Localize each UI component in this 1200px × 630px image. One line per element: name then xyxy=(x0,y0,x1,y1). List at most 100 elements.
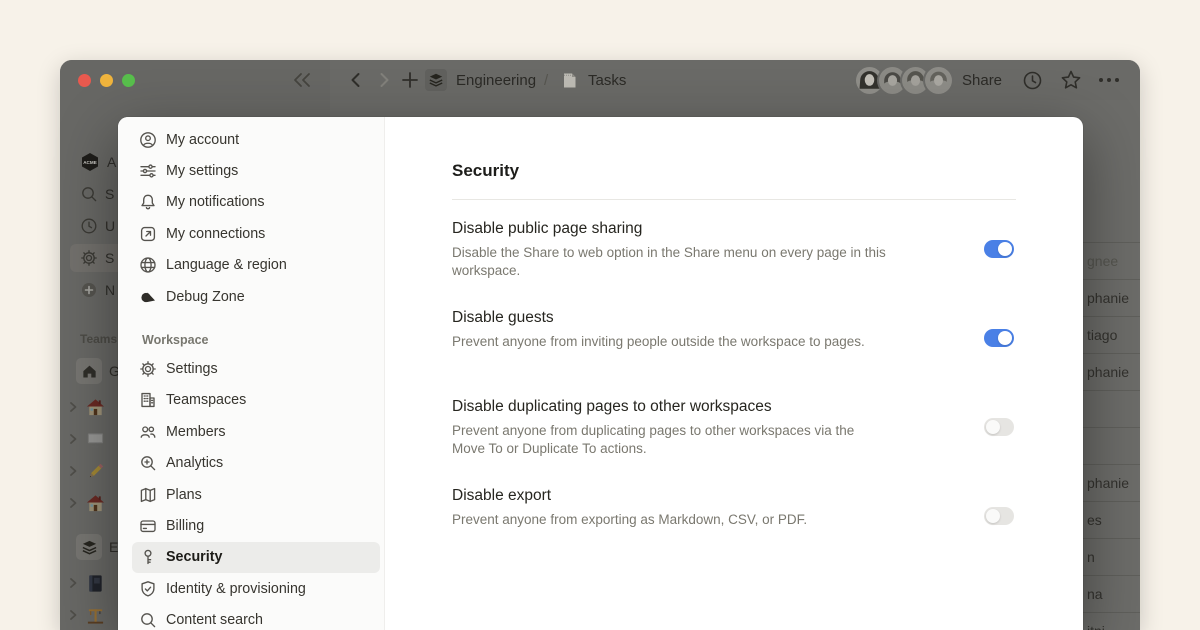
bell-icon xyxy=(139,193,157,211)
app-sidebar-item-label: S xyxy=(105,250,115,266)
settings-sidebar-item-label: Debug Zone xyxy=(166,288,245,305)
share-button[interactable]: Share xyxy=(962,60,1002,100)
setting-row: Disable export Prevent anyone from export… xyxy=(452,486,1016,546)
more-options-icon[interactable] xyxy=(1098,60,1120,100)
settings-sidebar-item-label: My connections xyxy=(166,225,266,242)
settings-sidebar-item-label: My account xyxy=(166,131,240,148)
sidebar-collapse-icon[interactable] xyxy=(292,60,312,100)
setting-toggle[interactable] xyxy=(984,329,1014,347)
page-title: Security xyxy=(452,161,520,180)
traffic-minimize-button[interactable] xyxy=(100,74,113,87)
app-sidebar-item-label: U xyxy=(105,218,116,234)
settings-sidebar-item-debug-zone[interactable]: Debug Zone xyxy=(118,281,384,312)
setting-title: Disable duplicating pages to other works… xyxy=(452,398,772,415)
settings-sidebar-item-label: Teamspaces xyxy=(166,392,247,409)
settings-sidebar-item-analytics[interactable]: Analytics xyxy=(118,448,384,479)
arrow-square-icon xyxy=(139,225,157,243)
settings-sidebar: My account My settings My notifications My … xyxy=(118,117,385,630)
chevron-right-icon xyxy=(67,609,79,621)
setting-title: Disable export xyxy=(452,487,552,504)
gear-icon xyxy=(139,360,157,378)
settings-sidebar-item-my-settings[interactable]: My settings xyxy=(118,155,384,186)
setting-description: Prevent anyone from inviting people outs… xyxy=(452,334,865,349)
settings-content: Security Disable public page sharing Disa… xyxy=(385,117,1083,630)
plus-circle-icon xyxy=(80,281,98,299)
teams-section-label: Teams xyxy=(80,332,118,346)
collaborator-avatar[interactable] xyxy=(925,67,952,94)
updates-clock-icon[interactable] xyxy=(1022,60,1043,100)
emoji-book-icon xyxy=(86,574,105,593)
settings-sidebar-item-label: Settings xyxy=(166,361,218,378)
settings-sidebar-item-my-account[interactable]: My account xyxy=(118,124,384,155)
svg-text:ACME: ACME xyxy=(83,160,97,165)
page-icon-box xyxy=(76,534,102,560)
team-item-label: E xyxy=(109,539,119,555)
key-icon xyxy=(139,548,157,566)
setting-toggle[interactable] xyxy=(984,240,1014,258)
app-sidebar-item-label: S xyxy=(105,186,115,202)
home-icon xyxy=(81,363,98,380)
settings-sidebar-item-security[interactable]: Security xyxy=(132,541,380,574)
breadcrumb-space-icon[interactable] xyxy=(425,69,447,91)
settings-sidebar-item-identity-provisioning[interactable]: Identity & provisioning xyxy=(118,573,384,604)
settings-sidebar-item-label: Language & region xyxy=(166,257,287,274)
new-page-icon[interactable] xyxy=(401,60,419,100)
debug-icon xyxy=(139,288,157,306)
breadcrumb-space[interactable]: Engineering xyxy=(456,60,536,100)
setting-title: Disable public page sharing xyxy=(452,220,643,237)
shield-check-icon xyxy=(139,580,157,598)
setting-row: Disable duplicating pages to other works… xyxy=(452,397,1016,457)
settings-sidebar-item-my-notifications[interactable]: My notifications xyxy=(118,187,384,218)
settings-modal: My account My settings My notifications My … xyxy=(118,117,1083,630)
chevron-right-icon xyxy=(67,401,79,413)
breadcrumb-page-icon[interactable] xyxy=(560,60,579,100)
breadcrumb-page[interactable]: Tasks xyxy=(588,60,626,100)
acme-logo-icon: ACME xyxy=(80,152,100,172)
settings-sidebar-item-settings[interactable]: Settings xyxy=(118,353,384,384)
setting-description: Disable the Share to web option in the S… xyxy=(452,245,886,278)
search-icon xyxy=(80,185,98,203)
settings-sidebar-item-label: Analytics xyxy=(166,455,224,472)
globe-icon xyxy=(139,256,157,274)
emoji-crane-icon xyxy=(86,606,105,625)
nav-back-icon[interactable] xyxy=(348,60,364,100)
card-icon xyxy=(139,517,157,535)
setting-toggle[interactable] xyxy=(984,418,1014,436)
emoji-house-icon xyxy=(86,398,105,417)
setting-toggle[interactable] xyxy=(984,507,1014,525)
settings-sidebar-item-label: My notifications xyxy=(166,194,265,211)
setting-description: Prevent anyone from duplicating pages to… xyxy=(452,423,855,456)
settings-sidebar-item-members[interactable]: Members xyxy=(118,416,384,447)
people-icon xyxy=(139,423,157,441)
settings-rows: Disable public page sharing Disable the S… xyxy=(452,219,1016,546)
traffic-close-button[interactable] xyxy=(78,74,91,87)
settings-sidebar-item-language-region[interactable]: Language & region xyxy=(118,250,384,281)
settings-sidebar-item-content-search[interactable]: Content search xyxy=(118,604,384,630)
person-circle-icon xyxy=(139,131,157,149)
page-icon-box xyxy=(76,358,102,384)
nav-forward-icon[interactable] xyxy=(376,60,392,100)
toggle-knob xyxy=(998,331,1012,345)
traffic-zoom-button[interactable] xyxy=(122,74,135,87)
emoji-board-icon xyxy=(86,430,105,449)
toggle-knob xyxy=(986,509,1000,523)
settings-sidebar-item-plans[interactable]: Plans xyxy=(118,479,384,510)
settings-sidebar-item-label: Billing xyxy=(166,517,205,534)
settings-sidebar-item-label: Security xyxy=(166,549,223,566)
settings-sidebar-item-label: Identity & provisioning xyxy=(166,580,306,597)
search-icon xyxy=(139,611,157,629)
settings-sidebar-item-billing[interactable]: Billing xyxy=(118,510,384,541)
workspace-section-label: Workspace xyxy=(142,333,209,348)
sliders-icon xyxy=(139,162,157,180)
layers-icon xyxy=(81,539,98,556)
setting-row: Disable public page sharing Disable the S… xyxy=(452,219,1016,279)
settings-sidebar-item-my-connections[interactable]: My connections xyxy=(118,218,384,249)
settings-sidebar-item-teamspaces[interactable]: Teamspaces xyxy=(118,385,384,416)
favorite-star-icon[interactable] xyxy=(1060,60,1082,100)
gear-icon xyxy=(80,249,98,267)
chevron-right-icon xyxy=(67,433,79,445)
settings-sidebar-item-label: My settings xyxy=(166,163,239,180)
map-icon xyxy=(139,486,157,504)
emoji-house-icon xyxy=(86,494,105,513)
building-icon xyxy=(139,391,157,409)
